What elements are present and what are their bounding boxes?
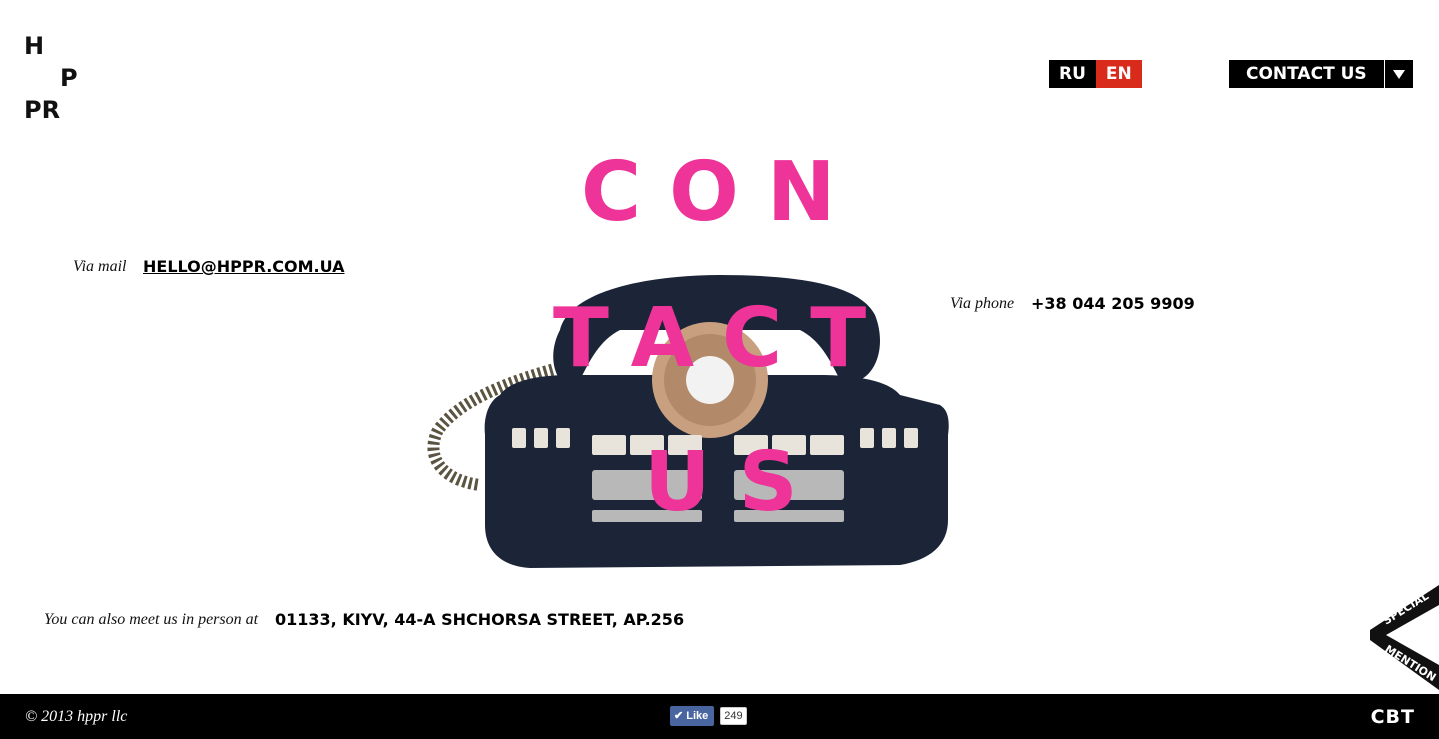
special-mention-ribbon[interactable]: SPECIAL MENTION [1368, 585, 1439, 690]
footer-bar: © 2013 hppr llc ✔ Like 249 CBT [0, 694, 1439, 739]
facebook-like-widget: ✔ Like 249 [670, 706, 747, 726]
phone-number[interactable]: +38 044 205 9909 [1031, 294, 1195, 313]
chevron-down-icon[interactable] [1383, 60, 1413, 88]
email-link[interactable]: HELLO@HPPR.COM.UA [143, 257, 345, 276]
address-value: 01133, KIYV, 44-A SHCHORSA STREET, AP.25… [275, 610, 685, 629]
headline-us: US [644, 435, 826, 530]
language-switcher: RU EN [1049, 60, 1142, 88]
logo-letter-p: P [60, 64, 78, 92]
contact-us-menu[interactable]: CONTACT US [1229, 60, 1413, 88]
logo-letter-h: H [24, 32, 45, 60]
contact-us-label[interactable]: CONTACT US [1229, 60, 1384, 88]
lang-en-button[interactable]: EN [1095, 60, 1142, 88]
address-label: You can also meet us in person at [44, 611, 259, 628]
mail-label: Via mail [73, 258, 127, 275]
like-count: 249 [720, 707, 747, 725]
headline-tact: TACT [553, 291, 895, 386]
logo-letters-pr: PR [24, 96, 61, 124]
like-label: Like [686, 710, 709, 722]
site-logo[interactable]: H P PR [24, 30, 84, 125]
thumbs-up-icon: ✔ [674, 710, 687, 722]
facebook-like-button[interactable]: ✔ Like [670, 706, 715, 726]
cbt-logo[interactable]: CBT [1371, 706, 1415, 728]
lang-ru-button[interactable]: RU [1049, 60, 1096, 88]
phone-label: Via phone [950, 295, 1015, 312]
copyright-text: © 2013 hppr llc [25, 708, 128, 725]
headline-con: CON [581, 145, 864, 240]
